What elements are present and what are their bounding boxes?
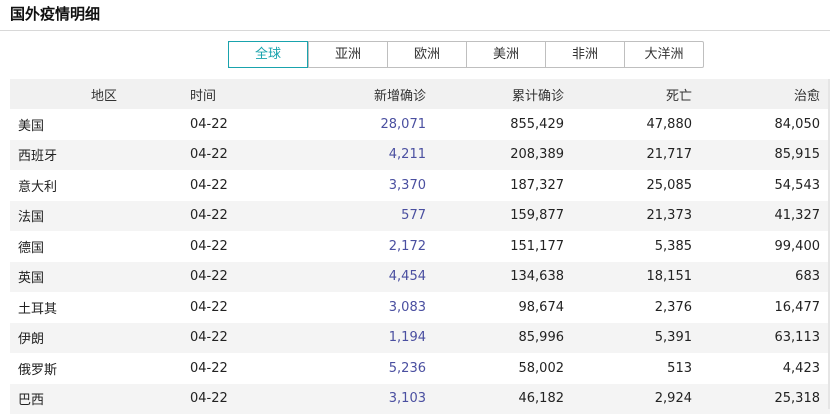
region-cell: 西班牙	[10, 140, 190, 171]
tab-africa[interactable]: 非洲	[545, 42, 624, 67]
deaths-cell: 513	[564, 353, 692, 384]
total-confirmed-cell: 58,002	[426, 353, 564, 384]
total-confirmed-cell: 855,429	[426, 109, 564, 140]
deaths-cell: 5,385	[564, 231, 692, 262]
region-cell: 土耳其	[10, 292, 190, 323]
time-cell: 04-22	[190, 384, 330, 414]
recovered-cell: 25,318	[692, 384, 830, 414]
recovered-cell: 85,915	[692, 140, 830, 171]
total-confirmed-cell: 46,182	[426, 384, 564, 414]
time-cell: 04-22	[190, 170, 330, 201]
recovered-cell: 16,477	[692, 292, 830, 323]
region-cell: 意大利	[10, 170, 190, 201]
recovered-cell: 683	[692, 262, 830, 293]
table-row[interactable]: 土耳其04-223,08398,6742,37616,477	[10, 292, 830, 323]
recovered-cell: 4,423	[692, 353, 830, 384]
table-row[interactable]: 伊朗04-221,19485,9965,39163,113	[10, 323, 830, 354]
table-row[interactable]: 法国04-22577159,87721,37341,327	[10, 201, 830, 232]
time-cell: 04-22	[190, 323, 330, 354]
column-header-region[interactable]: 地区	[10, 79, 190, 109]
total-confirmed-cell: 151,177	[426, 231, 564, 262]
recovered-cell: 63,113	[692, 323, 830, 354]
deaths-cell: 21,717	[564, 140, 692, 171]
time-cell: 04-22	[190, 292, 330, 323]
page-title: 国外疫情明细	[10, 4, 100, 24]
tab-oceania[interactable]: 大洋洲	[624, 42, 703, 67]
time-cell: 04-22	[190, 109, 330, 140]
deaths-cell: 2,376	[564, 292, 692, 323]
deaths-cell: 5,391	[564, 323, 692, 354]
recovered-cell: 99,400	[692, 231, 830, 262]
new-confirmed-cell: 1,194	[330, 323, 426, 354]
column-header-deaths[interactable]: 死亡	[564, 79, 692, 109]
new-confirmed-cell: 3,083	[330, 292, 426, 323]
tab-europe[interactable]: 欧洲	[387, 42, 466, 67]
tab-global[interactable]: 全球	[228, 41, 308, 68]
title-divider	[0, 30, 830, 31]
column-header-total-confirmed[interactable]: 累计确诊	[426, 79, 564, 109]
new-confirmed-cell: 28,071	[330, 109, 426, 140]
total-confirmed-cell: 208,389	[426, 140, 564, 171]
time-cell: 04-22	[190, 231, 330, 262]
deaths-cell: 18,151	[564, 262, 692, 293]
new-confirmed-cell: 5,236	[330, 353, 426, 384]
new-confirmed-cell: 3,370	[330, 170, 426, 201]
tab-america[interactable]: 美洲	[466, 42, 545, 67]
recovered-cell: 41,327	[692, 201, 830, 232]
region-cell: 美国	[10, 109, 190, 140]
column-header-time[interactable]: 时间	[190, 79, 330, 109]
country-table: 地区 时间 新增确诊 累计确诊 死亡 治愈 美国04-2228,071855,4…	[10, 79, 830, 414]
total-confirmed-cell: 98,674	[426, 292, 564, 323]
region-cell: 巴西	[10, 384, 190, 414]
total-confirmed-cell: 134,638	[426, 262, 564, 293]
recovered-cell: 84,050	[692, 109, 830, 140]
total-confirmed-cell: 187,327	[426, 170, 564, 201]
table-row[interactable]: 美国04-2228,071855,42947,88084,050	[10, 109, 830, 140]
tab-asia[interactable]: 亚洲	[308, 42, 387, 67]
time-cell: 04-22	[190, 262, 330, 293]
new-confirmed-cell: 3,103	[330, 384, 426, 414]
table-row[interactable]: 俄罗斯04-225,23658,0025134,423	[10, 353, 830, 384]
region-cell: 法国	[10, 201, 190, 232]
region-cell: 俄罗斯	[10, 353, 190, 384]
time-cell: 04-22	[190, 140, 330, 171]
table-row[interactable]: 英国04-224,454134,63818,151683	[10, 262, 830, 293]
total-confirmed-cell: 159,877	[426, 201, 564, 232]
deaths-cell: 21,373	[564, 201, 692, 232]
region-tabs: 全球 亚洲 欧洲 美洲 非洲 大洋洲	[228, 41, 704, 68]
deaths-cell: 47,880	[564, 109, 692, 140]
new-confirmed-cell: 2,172	[330, 231, 426, 262]
region-cell: 伊朗	[10, 323, 190, 354]
table-row[interactable]: 西班牙04-224,211208,38921,71785,915	[10, 140, 830, 171]
page: 国外疫情明细 全球 亚洲 欧洲 美洲 非洲 大洋洲 地区 时间 新增确诊 累计确…	[0, 0, 830, 409]
deaths-cell: 2,924	[564, 384, 692, 414]
column-header-recovered[interactable]: 治愈	[692, 79, 830, 109]
table-header-row: 地区 时间 新增确诊 累计确诊 死亡 治愈	[10, 79, 830, 109]
recovered-cell: 54,543	[692, 170, 830, 201]
region-cell: 英国	[10, 262, 190, 293]
deaths-cell: 25,085	[564, 170, 692, 201]
table-row[interactable]: 德国04-222,172151,1775,38599,400	[10, 231, 830, 262]
table-body: 美国04-2228,071855,42947,88084,050西班牙04-22…	[10, 109, 830, 414]
new-confirmed-cell: 4,454	[330, 262, 426, 293]
region-cell: 德国	[10, 231, 190, 262]
total-confirmed-cell: 85,996	[426, 323, 564, 354]
column-header-new-confirmed[interactable]: 新增确诊	[330, 79, 426, 109]
table-row[interactable]: 巴西04-223,10346,1822,92425,318	[10, 384, 830, 414]
new-confirmed-cell: 4,211	[330, 140, 426, 171]
time-cell: 04-22	[190, 353, 330, 384]
table-row[interactable]: 意大利04-223,370187,32725,08554,543	[10, 170, 830, 201]
new-confirmed-cell: 577	[330, 201, 426, 232]
time-cell: 04-22	[190, 201, 330, 232]
